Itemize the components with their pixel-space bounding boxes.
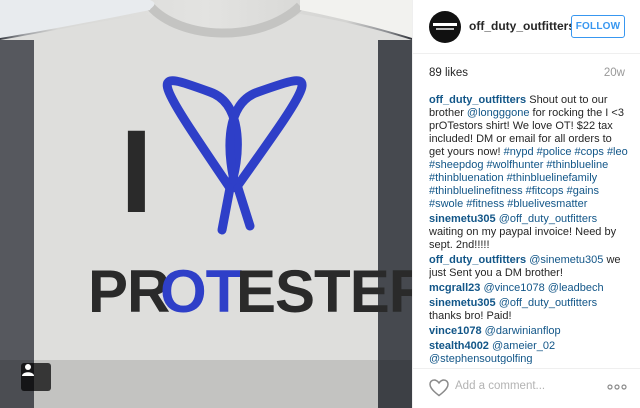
user-icon (22, 364, 34, 376)
post-photo: I PR OT ESTERS (0, 0, 412, 408)
post-side-panel: off_duty_outfitters FOLLOW 89 likes 20w … (412, 0, 640, 408)
comment-username[interactable]: sinemetu305 (429, 297, 496, 309)
comment-username[interactable]: off_duty_outfitters (429, 254, 526, 266)
comment-username[interactable]: vince1078 (429, 325, 482, 337)
photo-artwork: I PR OT ESTERS (0, 0, 412, 408)
tagged-user-button[interactable] (21, 363, 51, 391)
comments-list: off_duty_outfitters Shout out to our bro… (429, 94, 629, 364)
caption: off_duty_outfitters Shout out to our bro… (429, 94, 629, 211)
comment-mention[interactable]: @vince1078 @leadbech (483, 282, 603, 294)
shirt-slogan: PR OT ESTERS (88, 258, 412, 325)
comment-username[interactable]: mcgrall23 (429, 282, 480, 294)
heart-icon[interactable] (429, 379, 449, 397)
comment-mention[interactable]: @sinemetu305 (529, 254, 603, 266)
avatar[interactable] (429, 11, 461, 43)
comment-item: vince1078 @darwinianflop (429, 325, 629, 338)
svg-text:PR: PR (88, 258, 170, 325)
caption-mention[interactable]: @longggone (467, 107, 530, 119)
more-icon[interactable] (607, 382, 627, 392)
follow-button[interactable]: FOLLOW (571, 15, 625, 38)
shirt-letter: I (120, 106, 153, 238)
comment-item: sinemetu305 @off_duty_outfitters thanks … (429, 297, 629, 323)
comment-text: waiting on my paypal invoice! Need by se… (429, 226, 617, 251)
post-age[interactable]: 20w (604, 67, 625, 79)
comment-mention[interactable]: @darwinianflop (485, 325, 561, 337)
add-comment-input[interactable]: Add a comment... (455, 380, 545, 392)
comment-item: sinemetu305 @off_duty_outfitters waiting… (429, 213, 629, 252)
comment-text: thanks bro! Paid! (429, 310, 512, 322)
comment-mention[interactable]: @off_duty_outfitters (499, 297, 597, 309)
comment-item: stealth4002 @ameier_02 @stephensoutgolfi… (429, 340, 629, 364)
brand-logo-icon (433, 23, 457, 30)
svg-text:OT: OT (160, 258, 242, 325)
comment-username[interactable]: sinemetu305 (429, 213, 496, 225)
likes-count[interactable]: 89 likes (429, 67, 468, 79)
comment-item: mcgrall23 @vince1078 @leadbech (429, 282, 629, 295)
post-footer: Add a comment... (413, 368, 640, 408)
post-meta: 89 likes 20w (429, 67, 625, 83)
caption-username[interactable]: off_duty_outfitters (429, 94, 526, 106)
post-username[interactable]: off_duty_outfitters (469, 19, 575, 33)
post-header: off_duty_outfitters FOLLOW (413, 0, 640, 54)
comment-username[interactable]: stealth4002 (429, 340, 489, 352)
comment-item: off_duty_outfitters @sinemetu305 we just… (429, 254, 629, 280)
svg-text:ESTERS: ESTERS (236, 258, 412, 325)
comment-mention[interactable]: @off_duty_outfitters (499, 213, 597, 225)
